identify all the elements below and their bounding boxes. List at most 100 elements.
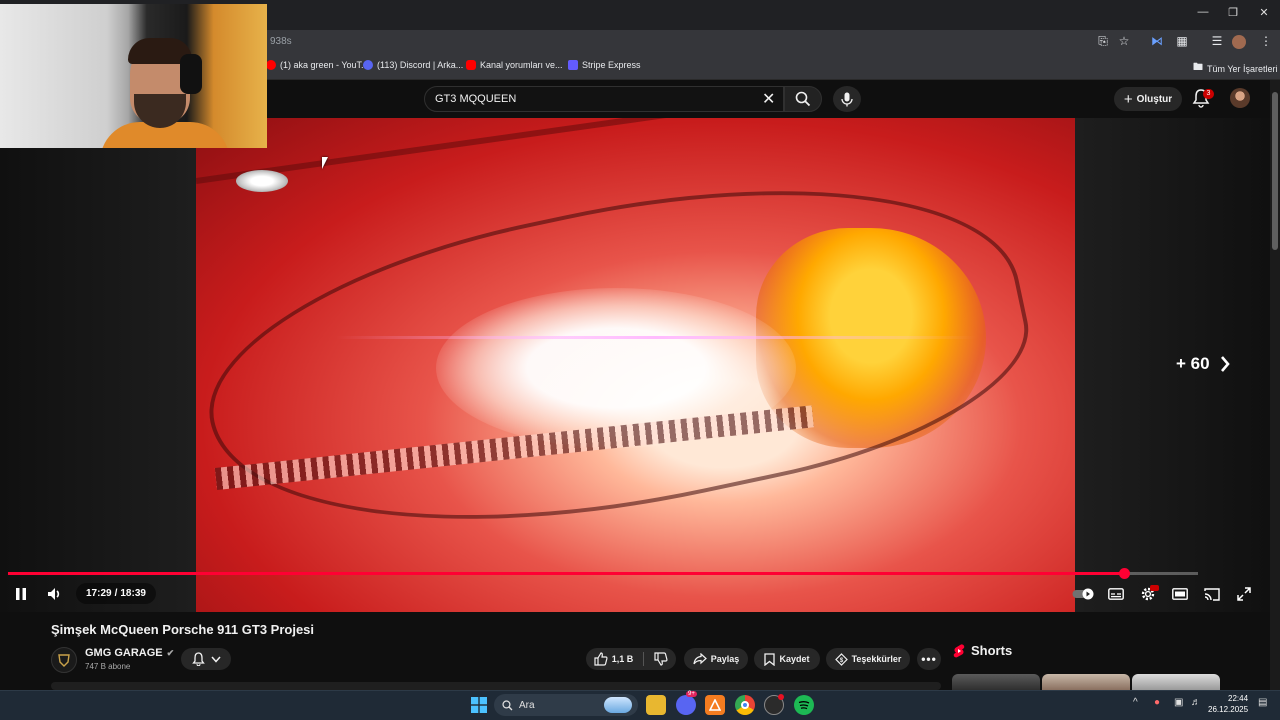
thanks-button[interactable]: $ Teşekkürler <box>826 648 910 670</box>
network-icon[interactable]: ▣ <box>1174 697 1183 708</box>
taskbar-clock[interactable]: 22:44 26.12.2025 <box>1208 693 1248 715</box>
channel-avatar[interactable] <box>51 647 77 673</box>
voice-search-button[interactable] <box>833 86 861 112</box>
bookmark-label: Kanal yorumları ve... <box>480 60 563 70</box>
short-thumbnail[interactable] <box>1132 674 1220 690</box>
extension-audio-icon[interactable]: ⧑ <box>1148 34 1166 50</box>
more-horizontal-icon: ••• <box>921 652 937 666</box>
bookmark-item[interactable]: (1) aka green - YouT... <box>266 60 369 70</box>
pause-button[interactable] <box>12 585 30 603</box>
search-icon <box>502 699 513 710</box>
super-thanks-icon: $ <box>834 652 848 666</box>
share-label: Paylaş <box>710 654 740 664</box>
miniplayer-button[interactable] <box>1170 585 1190 603</box>
search-button[interactable] <box>784 86 822 112</box>
bookmark-item[interactable]: (113) Discord | Arka... <box>363 60 463 70</box>
webcam-overlay <box>0 4 267 148</box>
car-hood-line <box>196 118 1075 184</box>
video-frame[interactable] <box>196 118 1075 612</box>
progress-fill <box>8 572 1124 575</box>
progress-bar[interactable] <box>8 568 1198 579</box>
channel-name[interactable]: GMG GARAGE ✔ <box>85 647 174 659</box>
windows-logo-icon <box>471 697 487 713</box>
lens-flare <box>336 336 976 339</box>
search-box[interactable] <box>424 86 784 112</box>
discord-icon[interactable]: 9+ <box>676 691 697 715</box>
like-button[interactable]: 1,1 B <box>594 652 633 666</box>
settings-button[interactable] <box>1138 585 1159 603</box>
file-explorer-icon[interactable] <box>646 695 666 715</box>
install-app-icon[interactable]: ⎘ <box>1094 34 1112 50</box>
streamer-headset <box>180 54 202 94</box>
bell-icon <box>191 652 205 666</box>
fullscreen-icon <box>1237 587 1251 601</box>
all-bookmarks-label: Tüm Yer İşaretleri <box>1207 63 1278 74</box>
windows-start-button[interactable] <box>469 695 489 715</box>
save-button[interactable]: Kaydet <box>754 648 820 670</box>
autoplay-toggle-icon <box>1072 588 1094 600</box>
chrome-icon[interactable] <box>735 695 755 715</box>
account-avatar[interactable] <box>1230 88 1250 108</box>
subtitles-button[interactable] <box>1106 585 1126 603</box>
minimize-icon[interactable]: — <box>1188 6 1218 18</box>
hd-badge-icon <box>1150 585 1159 591</box>
taskbar-search-label: Ara <box>519 699 535 711</box>
taskbar-search[interactable]: Ara <box>494 694 638 716</box>
short-thumbnail[interactable] <box>1042 674 1130 690</box>
volume-button[interactable] <box>45 585 65 603</box>
cast-button[interactable] <box>1202 585 1222 603</box>
chevron-right-icon <box>1220 356 1230 372</box>
video-player[interactable] <box>0 118 1270 612</box>
browser-menu-icon[interactable]: ⋮ <box>1257 34 1275 50</box>
channel-logo-icon <box>58 654 70 667</box>
short-thumbnail[interactable] <box>952 674 1040 690</box>
clear-search-icon[interactable]: ✕ <box>762 89 775 109</box>
all-bookmarks-folder[interactable]: 🖿 Tüm Yer İşaretleri <box>1193 60 1278 77</box>
bookmark-item[interactable]: Kanal yorumları ve... <box>466 60 563 70</box>
search-highlight-icon <box>604 697 632 713</box>
speaker-icon[interactable]: ♬ <box>1191 697 1201 708</box>
share-button[interactable]: Paylaş <box>684 648 748 670</box>
bookmark-label: (113) Discord | Arka... <box>377 60 464 70</box>
discord-badge: 9+ <box>686 691 697 697</box>
volume-icon <box>48 588 60 600</box>
microphone-in-use-icon[interactable]: ● <box>1154 697 1160 708</box>
subscription-notification-button[interactable] <box>181 648 231 670</box>
app-launcher-icon[interactable] <box>705 695 725 715</box>
spotify-icon[interactable] <box>794 695 814 715</box>
autoplay-toggle[interactable] <box>1072 585 1096 603</box>
miniplayer-icon <box>1172 588 1188 600</box>
search-input[interactable] <box>435 93 755 105</box>
video-title: Şimşek McQueen Porsche 911 GT3 Projesi <box>51 622 315 637</box>
create-button[interactable]: + Oluştur <box>1114 87 1182 111</box>
thumbs-up-icon <box>594 652 608 666</box>
chrome-center-icon <box>741 701 749 709</box>
bookmark-star-icon[interactable]: ☆ <box>1115 34 1133 50</box>
skip-forward-60-button[interactable]: + 60 <box>1176 354 1230 374</box>
microphone-icon <box>841 92 853 106</box>
notification-count-badge: 3 <box>1203 89 1214 99</box>
dislike-button[interactable] <box>654 652 668 666</box>
profile-avatar-icon[interactable] <box>1232 35 1246 49</box>
more-actions-button[interactable]: ••• <box>917 648 941 670</box>
plus-icon: + <box>1123 90 1133 108</box>
extensions-puzzle-icon[interactable]: ▦ <box>1173 34 1191 50</box>
url-text[interactable]: 938s <box>270 36 292 47</box>
maximize-icon[interactable]: ❐ <box>1218 6 1248 19</box>
shorts-logo-icon <box>953 643 965 657</box>
like-dislike-group: 1,1 B <box>586 648 676 670</box>
progress-scrubber-handle[interactable] <box>1118 568 1130 579</box>
page-scrollbar[interactable] <box>1270 80 1280 690</box>
obs-icon[interactable] <box>764 694 784 715</box>
clock-time: 22:44 <box>1228 694 1249 703</box>
media-control-icon[interactable]: ☰ <box>1208 34 1226 50</box>
close-window-icon[interactable]: ✕ <box>1249 6 1279 19</box>
thanks-label: Teşekkürler <box>851 654 902 664</box>
notification-center-icon[interactable]: ▤ <box>1258 697 1267 708</box>
bookmark-item[interactable]: Stripe Express <box>568 60 641 70</box>
discord-favicon-icon <box>363 60 373 70</box>
tray-overflow-icon[interactable]: ^ <box>1133 697 1138 708</box>
scrollbar-thumb[interactable] <box>1272 92 1278 250</box>
mouse-cursor-icon <box>322 157 328 169</box>
fullscreen-exit-button[interactable] <box>1234 585 1254 603</box>
